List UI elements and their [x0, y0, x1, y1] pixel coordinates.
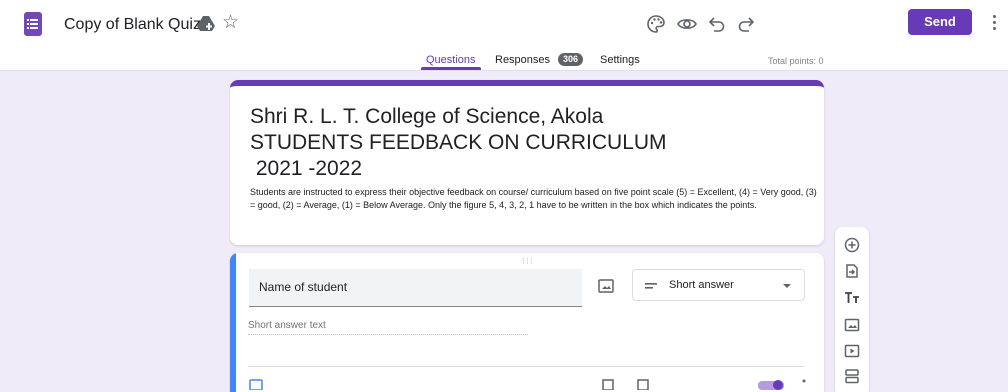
add-image-icon[interactable] — [844, 317, 860, 333]
move-to-drive-icon[interactable] — [196, 15, 216, 33]
form-title-line: STUDENTS FEEDBACK ON CURRICULUM — [250, 131, 667, 154]
document-title[interactable]: Copy of Blank Quiz — [64, 16, 201, 34]
palette-icon[interactable] — [645, 13, 667, 35]
side-toolbar — [835, 227, 869, 392]
drag-handle-icon[interactable]: ⁝⁝⁝ — [522, 256, 534, 267]
star-icon[interactable]: ☆ — [222, 13, 239, 33]
form-title-line: Shri R. L. T. College of Science, Akola — [250, 105, 604, 128]
question-type-dropdown[interactable]: Short answer — [632, 269, 805, 301]
preview-eye-icon[interactable] — [676, 13, 698, 35]
form-title-line: 2021 -2022 — [250, 157, 363, 180]
tab-questions[interactable]: Questions — [426, 54, 476, 66]
import-questions-icon[interactable] — [844, 263, 860, 279]
form-description[interactable]: Students are instructed to express their… — [250, 186, 820, 212]
add-question-icon[interactable] — [844, 237, 860, 253]
add-video-icon[interactable] — [844, 343, 860, 359]
more-vert-icon[interactable] — [992, 13, 998, 33]
question-title-field[interactable]: Name of student — [249, 269, 582, 307]
short-answer-placeholder: Short answer text — [248, 320, 528, 335]
redo-icon[interactable] — [735, 13, 757, 35]
undo-icon[interactable] — [706, 13, 728, 35]
add-section-icon[interactable] — [844, 368, 860, 384]
form-header-card[interactable]: Shri R. L. T. College of Science, Akola … — [230, 80, 824, 245]
send-button[interactable]: Send — [908, 9, 972, 35]
question-card[interactable]: ⁝⁝⁝ Name of student Short answer Short a… — [230, 253, 824, 392]
tabs-bar: Questions Responses 306 Settings Total p… — [0, 48, 1008, 71]
form-title[interactable]: Shri R. L. T. College of Science, Akola … — [250, 104, 810, 182]
active-tab-indicator — [421, 67, 481, 70]
chevron-down-icon — [783, 284, 791, 288]
responses-count-badge: 306 — [558, 53, 583, 66]
question-title-text: Name of student — [259, 280, 348, 294]
question-type-label: Short answer — [669, 279, 734, 291]
question-footer-controls[interactable] — [248, 378, 808, 390]
divider — [248, 366, 804, 367]
top-bar: Copy of Blank Quiz ☆ Send — [0, 0, 1008, 48]
tab-responses[interactable]: Responses — [495, 54, 550, 66]
forms-logo-icon[interactable] — [24, 12, 42, 36]
total-points-label: Total points: 0 — [768, 56, 824, 66]
add-image-icon[interactable] — [598, 279, 614, 293]
add-title-icon[interactable] — [844, 290, 860, 306]
short-answer-icon — [645, 283, 657, 289]
tab-settings[interactable]: Settings — [600, 54, 640, 66]
active-question-indicator — [230, 253, 236, 392]
